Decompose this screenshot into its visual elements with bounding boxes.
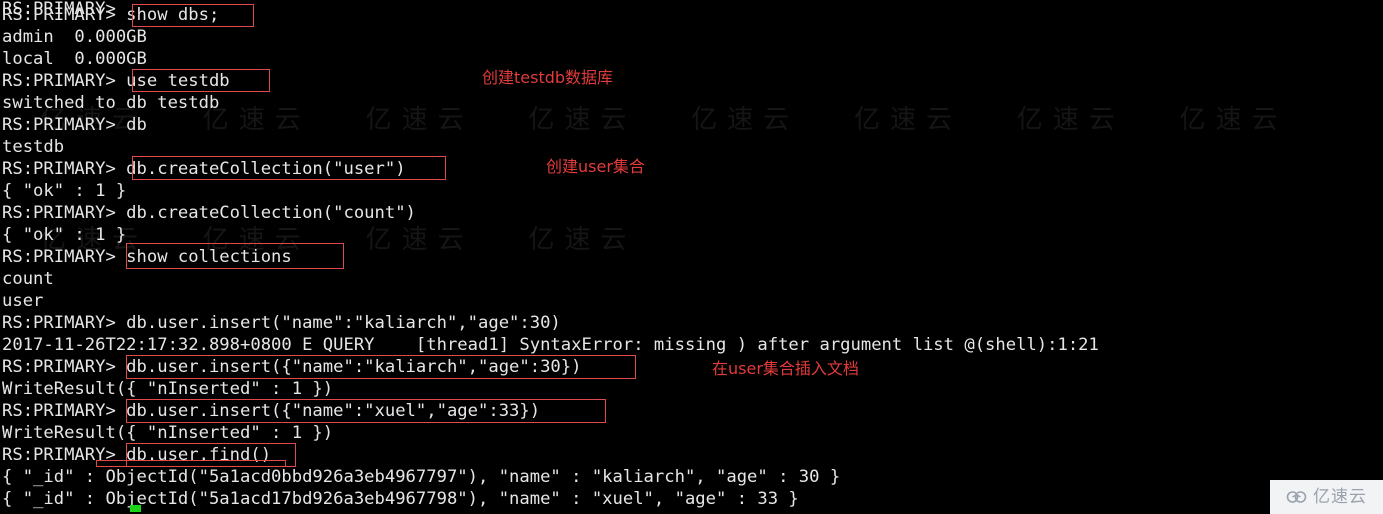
- terminal-line: RS:PRIMARY> db.createCollection("count"): [2, 203, 416, 223]
- terminal-line: RS:PRIMARY> use testdb: [2, 71, 230, 91]
- terminal-line: count: [2, 269, 54, 289]
- site-watermark: 亿速云: [1270, 480, 1383, 514]
- terminal-line: RS:PRIMARY> db.user.insert({"name":"xuel…: [2, 401, 541, 421]
- terminal-line: { "_id" : ObjectId("5a1acd0bbd926a3eb496…: [2, 467, 841, 487]
- terminal-line: { "_id" : ObjectId("5a1acd17bd926a3eb496…: [2, 489, 799, 509]
- terminal-line: WriteResult({ "nInserted" : 1 }): [2, 423, 334, 443]
- annotation-insert-doc-note: 在user集合插入文档: [712, 359, 859, 378]
- terminal-line: user: [2, 291, 44, 311]
- terminal-line: 2017-11-26T22:17:32.898+0800 E QUERY [th…: [2, 335, 1099, 355]
- terminal-line: RS:PRIMARY> db.user.insert("name":"kalia…: [2, 313, 561, 333]
- terminal-screen[interactable]: 亿速云 亿速云 亿速云 亿速云 亿速云 亿速云 亿速云 亿速云 亿速云 亿速云 …: [0, 0, 1383, 514]
- terminal-line: { "ok" : 1 }: [2, 181, 127, 201]
- terminal-line: switched to db testdb: [2, 93, 220, 113]
- terminal-line: local 0.000GB: [2, 49, 147, 69]
- terminal-line: { "ok" : 1 }: [2, 225, 127, 245]
- terminal-line: testdb: [2, 137, 65, 157]
- annotation-create-db-note: 创建testdb数据库: [482, 68, 614, 87]
- terminal-line: admin 0.000GB: [2, 27, 147, 47]
- annotation-create-collection-note: 创建user集合: [546, 157, 645, 176]
- terminal-line: RS:PRIMARY> db.user.insert({"name":"kali…: [2, 357, 582, 377]
- terminal-line: RS:PRIMARY> db.user.find(): [2, 445, 272, 465]
- watermark-label: 亿速云: [1313, 486, 1367, 507]
- terminal-line: RS:PRIMARY> show collections: [2, 247, 292, 267]
- terminal-line: WriteResult({ "nInserted" : 1 }): [2, 379, 334, 399]
- cloud-icon: [1286, 490, 1308, 504]
- terminal-line: RS:PRIMARY> show dbs;: [2, 5, 220, 25]
- terminal-cursor: [130, 505, 141, 512]
- terminal-line: RS:PRIMARY> db.createCollection("user"): [2, 159, 406, 179]
- terminal-line: RS:PRIMARY> db: [2, 115, 147, 135]
